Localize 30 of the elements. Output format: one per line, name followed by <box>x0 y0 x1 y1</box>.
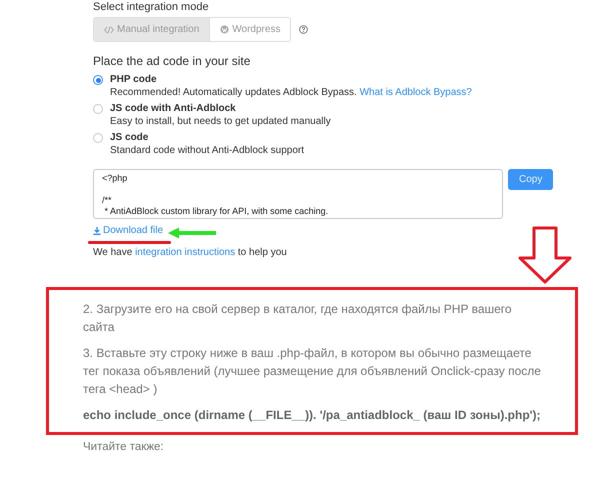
section-title: Select integration mode <box>93 1 210 13</box>
radio-button[interactable] <box>93 104 103 114</box>
option-description: Easy to install, but needs to get updated manually <box>110 115 331 128</box>
option-description: Standard code without Anti-Adblock support <box>110 144 304 157</box>
wordpress-icon <box>220 25 230 34</box>
option-label: PHP code <box>110 74 158 86</box>
copy-button[interactable]: Copy <box>508 169 554 190</box>
read-also-text: Читайте также: <box>83 440 165 454</box>
help-text: We have <box>93 246 134 258</box>
paragraph: 3. Вставьте эту строку ниже в ваш .php-файл, в котором вы обычно размещаете тег показа объявлений (лучшее размещение для объявлений Onclick-сразу после тега <head> ) <box>83 344 542 398</box>
option-label: JS code with Anti-Adblock <box>110 103 237 115</box>
help-text: to help you <box>236 246 287 258</box>
down-arrow-icon <box>518 226 572 284</box>
mode-tab[interactable]: Manual integration <box>94 18 210 41</box>
download-icon <box>93 226 101 234</box>
help-link[interactable]: What is Adblock Bypass? <box>360 87 472 98</box>
instructions-link[interactable]: integration instructions <box>135 246 236 258</box>
option-description: Recommended! Automatically updates Adblock Bypass. <box>110 87 358 98</box>
mode-tab[interactable]: Wordpress <box>209 18 290 41</box>
section-title: Place the ad code in your site <box>93 53 252 70</box>
code-line: echo include_once (dirname (__FILE__)). '/pa_antiadblock_ (ваш ID зоны).php'); <box>83 406 542 424</box>
arrow-icon <box>168 226 216 239</box>
paragraph: 2. Загрузите его на свой сервер в каталог, где находятся файлы PHP вашего сайта <box>83 300 513 336</box>
code-field[interactable]: <?php /** * AntiAdBlock custom library for API, with some caching. <box>93 169 503 219</box>
radio-button[interactable] <box>93 75 103 85</box>
download-link[interactable]: Download file <box>93 223 164 238</box>
help-icon[interactable] <box>299 25 308 34</box>
code-icon <box>104 26 114 34</box>
option-label: JS code <box>110 132 150 144</box>
radio-button[interactable] <box>93 133 103 143</box>
